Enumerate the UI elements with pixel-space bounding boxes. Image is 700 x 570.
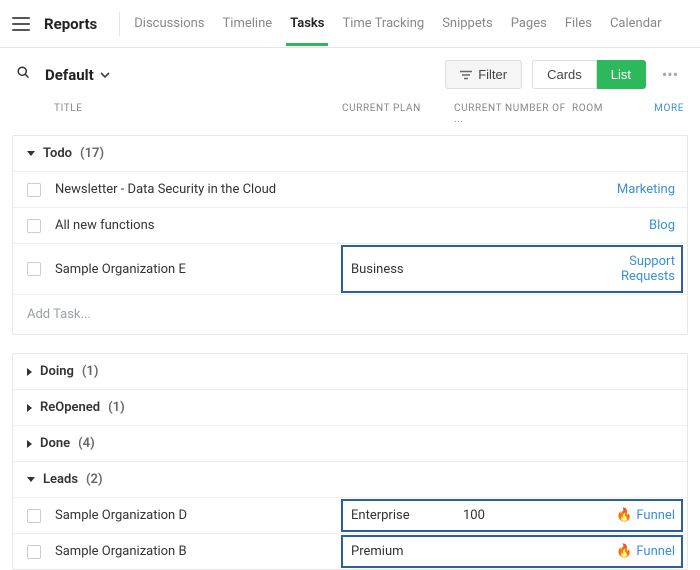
row-checkbox[interactable] (27, 219, 41, 233)
cards-button[interactable]: Cards (532, 60, 597, 89)
tab-tasks[interactable]: Tasks (290, 2, 324, 45)
divider (119, 12, 120, 36)
table-row[interactable]: Newsletter - Data Security in the Cloud … (13, 172, 687, 208)
caret-right-icon (27, 404, 32, 412)
row-checkbox[interactable] (27, 545, 41, 559)
tab-snippets[interactable]: Snippets (442, 2, 493, 45)
caret-right-icon (27, 368, 32, 376)
task-number: 100 (463, 508, 583, 523)
col-title[interactable]: TITLE (54, 103, 342, 125)
group-header-leads[interactable]: Leads (2) (13, 462, 687, 498)
topbar: Reports Discussions Timeline Tasks Time … (0, 0, 700, 48)
group-panel-collapsed: Doing (1) ReOpened (1) Done (4) Leads (2… (12, 353, 688, 570)
room-link[interactable]: Blog (649, 218, 675, 233)
task-plan: Premium (351, 544, 463, 559)
room-link[interactable]: Funnel (636, 508, 675, 523)
view-dropdown[interactable]: Default (45, 66, 110, 84)
group-count: (1) (108, 400, 125, 415)
table-row[interactable]: Sample Organization B Premium 🔥 Funnel (13, 534, 687, 569)
table-row[interactable]: All new functions Blog (13, 208, 687, 244)
group-header-todo[interactable]: Todo (17) (13, 136, 687, 172)
tab-pages[interactable]: Pages (511, 2, 547, 45)
room-link[interactable]: Funnel (636, 544, 675, 559)
chevron-down-icon (100, 71, 110, 79)
tab-timeline[interactable]: Timeline (223, 2, 273, 45)
tab-discussions[interactable]: Discussions (134, 2, 204, 45)
tab-files[interactable]: Files (565, 2, 592, 45)
task-title: Newsletter - Data Security in the Cloud (55, 182, 351, 197)
tab-time-tracking[interactable]: Time Tracking (342, 2, 424, 45)
group-label: Todo (43, 146, 72, 161)
table-row[interactable]: Sample Organization D Enterprise 100 🔥 Fu… (13, 498, 687, 534)
task-title: Sample Organization E (55, 262, 351, 277)
group-label: Done (40, 436, 70, 451)
row-checkbox[interactable] (27, 509, 41, 523)
group-header-reopened[interactable]: ReOpened (1) (13, 390, 687, 426)
group-header-done[interactable]: Done (4) (13, 426, 687, 462)
group-label: ReOpened (40, 400, 100, 415)
group-label: Leads (43, 472, 78, 487)
task-plan: Enterprise (351, 508, 463, 523)
more-menu-icon[interactable]: ••• (656, 65, 684, 84)
caret-down-icon (27, 477, 35, 482)
task-title: All new functions (55, 218, 351, 233)
list-button[interactable]: List (597, 60, 646, 89)
fire-icon: 🔥 (616, 544, 632, 559)
group-label: Doing (40, 364, 74, 379)
group-count: (1) (82, 364, 99, 379)
row-checkbox[interactable] (27, 183, 41, 197)
caret-down-icon (27, 151, 35, 156)
add-task-input[interactable]: Add Task... (13, 295, 687, 334)
columns-more-link[interactable]: MORE (644, 103, 684, 125)
group-count: (4) (78, 436, 95, 451)
menu-icon[interactable] (12, 17, 30, 31)
nav-tabs: Discussions Timeline Tasks Time Tracking… (134, 2, 661, 45)
task-title: Sample Organization B (55, 544, 351, 559)
view-name-label: Default (45, 66, 94, 84)
table-row[interactable]: Sample Organization E Business Support R… (13, 244, 687, 295)
group-header-doing[interactable]: Doing (1) (13, 354, 687, 390)
task-plan: Business (351, 262, 463, 277)
col-plan[interactable]: CURRENT PLAN (342, 103, 454, 125)
filter-label: Filter (478, 67, 507, 82)
toolbar: Default Filter Cards List ••• (0, 48, 700, 97)
view-toggle: Cards List (532, 60, 646, 89)
filter-icon (460, 70, 472, 80)
col-room[interactable]: ROOM (572, 103, 644, 125)
group-count: (2) (86, 472, 103, 487)
column-headers: TITLE CURRENT PLAN CURRENT NUMBER OF ...… (0, 97, 700, 135)
search-icon[interactable] (16, 65, 31, 84)
row-checkbox[interactable] (27, 262, 41, 276)
group-panel-todo: Todo (17) Newsletter - Data Security in … (12, 135, 688, 335)
room-link[interactable]: Marketing (617, 182, 675, 197)
group-count: (17) (80, 146, 104, 161)
room-link[interactable]: Support Requests (621, 254, 675, 284)
task-title: Sample Organization D (55, 508, 351, 523)
tab-calendar[interactable]: Calendar (610, 2, 662, 45)
caret-right-icon (27, 440, 32, 448)
col-number[interactable]: CURRENT NUMBER OF ... (454, 103, 572, 125)
fire-icon: 🔥 (616, 508, 632, 523)
page-title: Reports (44, 15, 97, 33)
filter-button[interactable]: Filter (445, 60, 522, 89)
